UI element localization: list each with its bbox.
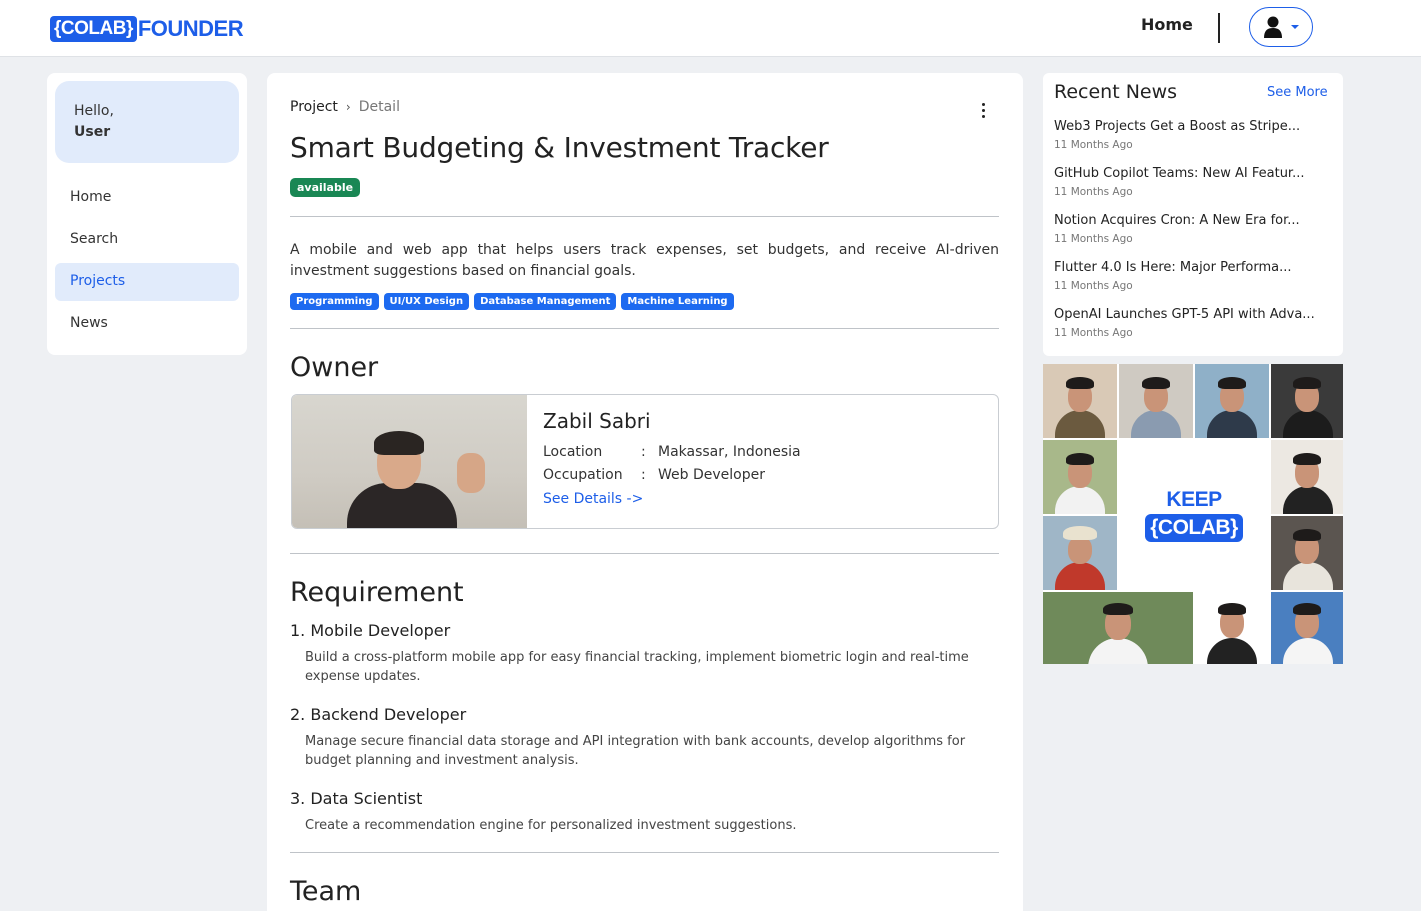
recent-news-heading: Recent News xyxy=(1054,81,1178,103)
keep-colab-banner: KEEP {COLAB} xyxy=(1119,440,1269,590)
requirement-title: 1. Mobile Developer xyxy=(290,621,451,640)
keep-text: KEEP xyxy=(1166,488,1222,511)
team-photo xyxy=(1195,592,1269,664)
chevron-right-icon: › xyxy=(345,100,351,114)
project-detail-card: Project › Detail Smart Budgeting & Inves… xyxy=(267,73,1023,911)
team-photo xyxy=(1271,440,1343,514)
team-photo xyxy=(1271,364,1343,438)
separator: : xyxy=(641,467,646,483)
team-photo xyxy=(1271,516,1343,590)
left-sidebar: Hello, User Home Search Projects News xyxy=(47,73,247,355)
skill-tag: UI/UX Design xyxy=(383,293,470,310)
team-photo xyxy=(1119,364,1193,438)
team-photo xyxy=(1271,592,1343,664)
divider xyxy=(290,553,999,554)
occupation-label: Occupation xyxy=(543,467,623,483)
skill-tag: Machine Learning xyxy=(621,293,734,310)
location-value: Makassar, Indonesia xyxy=(658,444,801,460)
team-heading: Team xyxy=(290,876,362,907)
skill-tag: Database Management xyxy=(474,293,617,310)
top-navbar: {COLAB} FOUNDER Home xyxy=(0,0,1421,57)
nav-divider xyxy=(1218,13,1220,43)
requirement-description: Build a cross-platform mobile app for ea… xyxy=(305,650,969,684)
chevron-down-icon xyxy=(1291,25,1299,29)
sidebar-item-search[interactable]: Search xyxy=(55,221,239,259)
divider xyxy=(290,328,999,329)
greeting-user: User xyxy=(74,124,111,140)
breadcrumb: Project › Detail xyxy=(290,99,400,115)
news-title: Flutter 4.0 Is Here: Major Performa... xyxy=(1054,260,1292,275)
news-title: Notion Acquires Cron: A New Era for... xyxy=(1054,213,1300,228)
news-item[interactable]: OpenAI Launches GPT-5 API with Adva... 1… xyxy=(1054,307,1334,339)
news-item[interactable]: Flutter 4.0 Is Here: Major Performa... 1… xyxy=(1054,260,1334,292)
requirement-heading: Requirement xyxy=(290,577,464,608)
team-photo xyxy=(1043,516,1117,590)
separator: : xyxy=(641,444,646,460)
breadcrumb-current: Detail xyxy=(358,99,400,115)
skill-tags: Programming UI/UX Design Database Manage… xyxy=(290,293,734,310)
divider xyxy=(290,216,999,217)
owner-heading: Owner xyxy=(290,352,379,383)
nav-home-link[interactable]: Home xyxy=(1141,15,1193,34)
occupation-value: Web Developer xyxy=(658,467,765,483)
logo-word-text: FOUNDER xyxy=(137,16,244,41)
owner-photo xyxy=(292,395,527,528)
owner-name: Zabil Sabri xyxy=(543,409,651,433)
divider xyxy=(290,852,999,853)
status-badge: available xyxy=(290,178,361,197)
location-label: Location xyxy=(543,444,603,460)
news-item[interactable]: GitHub Copilot Teams: New AI Featur... 1… xyxy=(1054,166,1334,198)
colab-founder-logo[interactable]: {COLAB} FOUNDER xyxy=(50,15,244,43)
greeting-card: Hello, User xyxy=(55,81,239,163)
news-title: GitHub Copilot Teams: New AI Featur... xyxy=(1054,166,1305,181)
owner-card: Zabil Sabri Location : Makassar, Indones… xyxy=(291,394,999,529)
team-photo-mosaic: KEEP {COLAB} xyxy=(1043,364,1343,664)
project-title: Smart Budgeting & Investment Tracker xyxy=(290,131,829,164)
owner-location-row: Location : Makassar, Indonesia xyxy=(543,441,801,464)
see-more-link[interactable]: See More xyxy=(1267,85,1328,100)
news-item[interactable]: Notion Acquires Cron: A New Era for... 1… xyxy=(1054,213,1334,245)
sidebar-item-home[interactable]: Home xyxy=(55,179,239,217)
requirement-item: 1. Mobile Developer Build a cross-platfo… xyxy=(290,621,999,686)
news-date: 11 Months Ago xyxy=(1054,233,1133,245)
profile-dropdown-button[interactable] xyxy=(1249,7,1313,47)
team-photo xyxy=(1043,364,1117,438)
requirement-item: 2. Backend Developer Manage secure finan… xyxy=(290,705,999,770)
logo-box-text: {COLAB} xyxy=(50,16,137,42)
news-date: 11 Months Ago xyxy=(1054,280,1133,292)
see-details-link[interactable]: See Details -> xyxy=(543,487,801,511)
news-date: 11 Months Ago xyxy=(1054,186,1133,198)
requirement-item: 3. Data Scientist Create a recommendatio… xyxy=(290,789,999,835)
news-item[interactable]: Web3 Projects Get a Boost as Stripe... 1… xyxy=(1054,119,1334,151)
owner-info: Zabil Sabri Location : Makassar, Indones… xyxy=(543,409,801,511)
recent-news-card: Recent News See More Web3 Projects Get a… xyxy=(1043,73,1343,356)
breadcrumb-project-link[interactable]: Project xyxy=(290,99,338,115)
owner-occupation-row: Occupation : Web Developer xyxy=(543,464,801,487)
user-icon xyxy=(1263,16,1283,38)
team-photo xyxy=(1195,364,1269,438)
greeting-text: Hello, xyxy=(74,103,114,119)
requirement-title: 3. Data Scientist xyxy=(290,789,423,808)
news-date: 11 Months Ago xyxy=(1054,139,1133,151)
colab-text: {COLAB} xyxy=(1145,514,1243,542)
team-photo xyxy=(1043,440,1117,514)
team-photo xyxy=(1043,592,1193,664)
news-date: 11 Months Ago xyxy=(1054,327,1133,339)
news-title: OpenAI Launches GPT-5 API with Adva... xyxy=(1054,307,1315,322)
sidebar-item-projects[interactable]: Projects xyxy=(55,263,239,301)
skill-tag: Programming xyxy=(290,293,379,310)
news-title: Web3 Projects Get a Boost as Stripe... xyxy=(1054,119,1301,134)
project-description: A mobile and web app that helps users tr… xyxy=(290,242,999,279)
requirement-description: Manage secure financial data storage and… xyxy=(305,734,966,768)
sidebar-item-news[interactable]: News xyxy=(55,305,239,343)
more-options-icon[interactable] xyxy=(973,103,993,123)
requirement-title: 2. Backend Developer xyxy=(290,705,467,724)
requirement-description: Create a recommendation engine for perso… xyxy=(305,818,797,833)
